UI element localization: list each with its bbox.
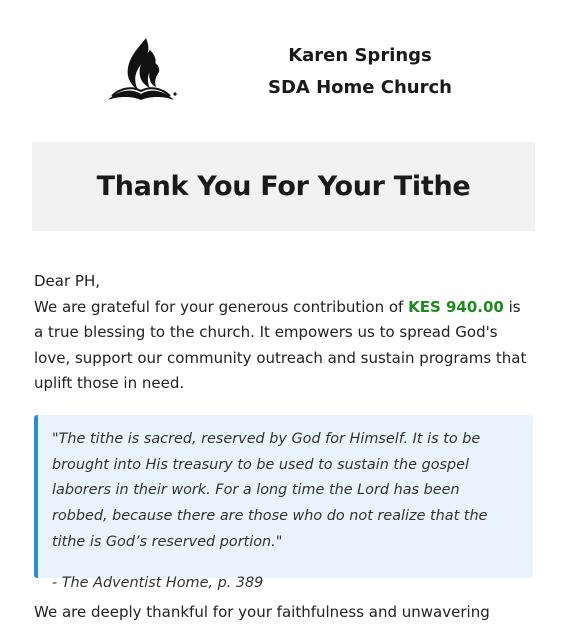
intro-text-before: We are grateful for your generous contri… <box>34 297 409 316</box>
church-name-line1: Karen Springs <box>288 45 432 66</box>
page-title: Thank You For Your Tithe <box>96 171 471 202</box>
closing-paragraph: We are deeply thankful for your faithful… <box>34 603 490 621</box>
quote-source: - The Adventist Home, p. 389 <box>52 574 264 591</box>
message-body: Dear PH, We are grateful for your genero… <box>34 269 534 397</box>
adventist-logo-icon <box>108 38 177 100</box>
greeting: Dear PH, <box>34 272 100 290</box>
quote-text: "The tithe is sacred, reserved by God fo… <box>52 431 488 550</box>
church-name-line2: SDA Home Church <box>268 77 452 98</box>
title-banner: Thank You For Your Tithe <box>32 142 535 231</box>
email-header: Karen Springs SDA Home Church <box>0 0 564 118</box>
intro-paragraph: We are grateful for your generous contri… <box>34 295 534 397</box>
quote-block: "The tithe is sacred, reserved by God fo… <box>34 415 533 591</box>
tithe-amount: KES 940.00 <box>408 297 504 316</box>
church-name: Karen Springs SDA Home Church <box>250 40 470 104</box>
